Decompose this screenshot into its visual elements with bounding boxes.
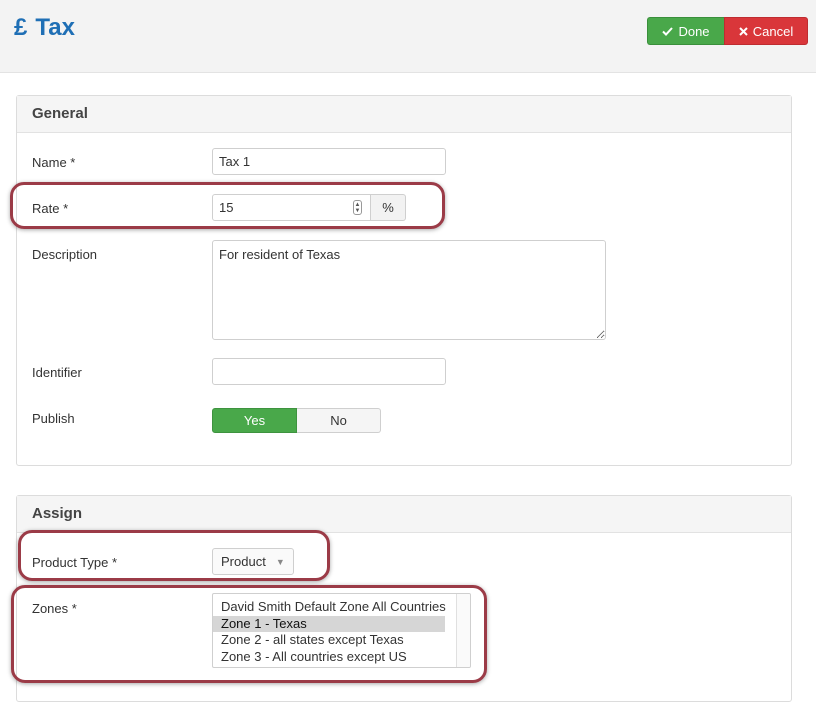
page-title-text: Tax <box>35 14 75 41</box>
check-icon <box>662 26 674 36</box>
identifier-input[interactable] <box>212 358 446 385</box>
zone-option[interactable]: David Smith Default Zone All Countries <box>213 599 446 616</box>
done-button[interactable]: Done <box>647 17 724 45</box>
product-type-select[interactable]: Product ▼ <box>212 548 294 575</box>
product-type-value: Product <box>221 554 266 569</box>
identifier-label: Identifier <box>32 365 82 380</box>
rate-stepper[interactable]: ▲ ▼ <box>353 200 362 215</box>
rate-unit: % <box>371 194 406 221</box>
rate-input[interactable] <box>212 194 371 221</box>
name-label: Name * <box>32 155 76 170</box>
general-heading: General <box>17 96 791 133</box>
rate-label: Rate * <box>32 201 69 216</box>
page-title: £ Tax <box>14 14 75 42</box>
name-input[interactable] <box>212 148 446 175</box>
cancel-label: Cancel <box>752 23 794 39</box>
publish-label: Publish <box>32 411 75 426</box>
general-panel: General Name * Rate * ▲▼ % Description F… <box>16 95 792 466</box>
caret-down-icon: ▼ <box>275 556 285 567</box>
zone-option-selected[interactable]: Zone 1 - Texas <box>213 615 445 632</box>
publish-no-button[interactable]: No <box>297 408 381 433</box>
product-type-label: Product Type * <box>32 555 118 570</box>
assign-panel: Assign Product Type * Product ▼ Zones * … <box>16 495 792 702</box>
assign-heading: Assign <box>17 496 791 533</box>
description-input[interactable]: For resident of Texas <box>212 240 606 340</box>
publish-yes-button[interactable]: Yes <box>212 408 297 433</box>
zone-option[interactable]: Zone 2 - all states except Texas <box>213 632 445 649</box>
cancel-button[interactable]: Cancel <box>724 17 808 45</box>
description-label: Description <box>32 247 98 262</box>
zones-scrollbar[interactable] <box>456 594 470 667</box>
close-icon <box>739 26 748 36</box>
pound-icon: £ <box>14 14 28 41</box>
zones-listbox[interactable]: David Smith Default Zone All Countries Z… <box>212 593 471 668</box>
zones-label: Zones * <box>32 601 77 616</box>
zone-option[interactable]: Zone 3 - All countries except US <box>213 649 445 666</box>
done-label: Done <box>678 23 710 39</box>
top-bar: £ Tax Done Cancel <box>0 0 816 73</box>
